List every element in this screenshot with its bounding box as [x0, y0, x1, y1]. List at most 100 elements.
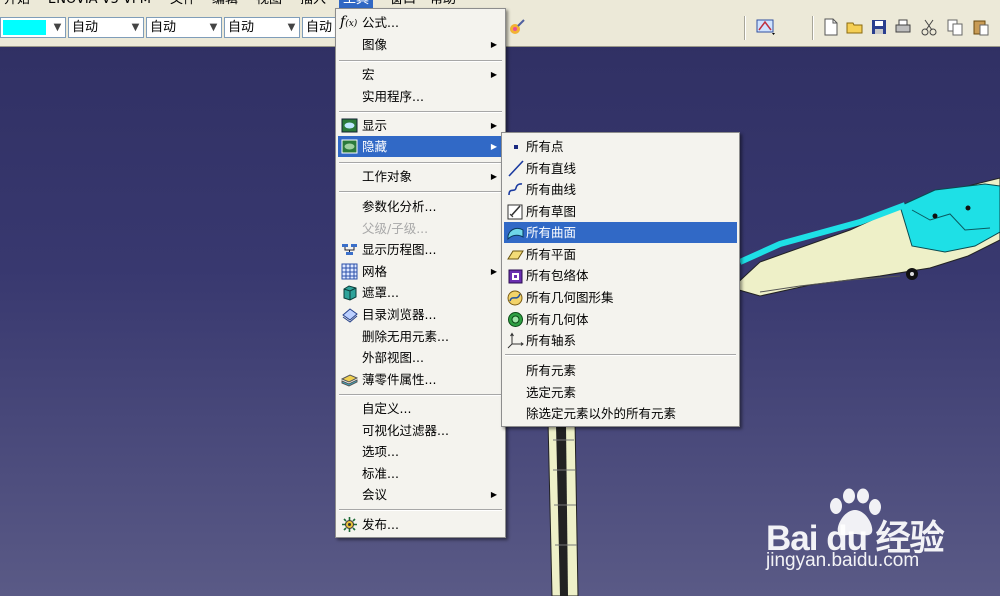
menu-item-label: 所有包络体	[526, 268, 589, 283]
submenu-item-all-points[interactable]: 所有点	[504, 136, 737, 157]
catalog-browser-icon	[342, 308, 358, 323]
menu-item-thin-part[interactable]: 薄零件属性...	[338, 369, 503, 390]
menu-item-utility[interactable]: 实用程序...	[338, 86, 503, 107]
menu-item-label: 网格	[362, 264, 388, 279]
curve-icon	[508, 183, 523, 196]
submenu-arrow-icon: ▶	[490, 142, 497, 151]
plane-icon	[507, 250, 524, 260]
menu-item-label: 父级/子级...	[362, 221, 429, 236]
menu-separator	[339, 111, 502, 113]
menu-item-label: 可视化过滤器...	[362, 423, 449, 438]
menu-item-label: 标准...	[362, 466, 399, 481]
menu-item-label: 选项...	[362, 444, 399, 459]
submenu-arrow-icon: ▶	[490, 121, 497, 130]
show-icon	[341, 118, 358, 133]
sketch-icon	[507, 204, 523, 220]
menu-item-show[interactable]: 显示 ▶	[338, 115, 503, 136]
submenu-arrow-icon: ▶	[490, 267, 497, 276]
submenu-arrow-icon: ▶	[490, 40, 497, 49]
publish-icon	[342, 517, 357, 532]
menu-item-catalog-browser[interactable]: 目录浏览器...	[338, 304, 503, 325]
tools-menu: f(x) 公式... 图像 ▶ 宏 ▶ 实用程序... 显示 ▶ 隐藏 ▶ 工作…	[335, 8, 506, 538]
menu-item-label: 公式...	[362, 15, 399, 30]
menu-item-label: 所有平面	[526, 247, 577, 262]
menu-item-history-graph[interactable]: 显示历程图...	[338, 239, 503, 260]
menu-item-options[interactable]: 选项...	[338, 441, 503, 462]
submenu-item-all-curves[interactable]: 所有曲线	[504, 179, 737, 200]
menu-item-label: 删除无用元素...	[362, 329, 449, 344]
menu-item-standards[interactable]: 标准...	[338, 463, 503, 484]
menu-item-label: 所有点	[526, 139, 564, 154]
menu-item-label: 参数化分析...	[362, 199, 437, 214]
axis-system-icon	[507, 332, 524, 349]
submenu-arrow-icon: ▶	[490, 172, 497, 181]
mask-icon	[343, 285, 357, 301]
menu-item-hide[interactable]: 隐藏 ▶	[338, 136, 503, 157]
menu-item-formula[interactable]: f(x) 公式...	[338, 12, 503, 33]
menu-item-external-view[interactable]: 外部视图...	[338, 347, 503, 368]
point-icon	[514, 145, 518, 149]
menu-item-grid[interactable]: 网格 ▶	[338, 261, 503, 282]
menu-item-work-object[interactable]: 工作对象 ▶	[338, 166, 503, 187]
submenu-item-all-axis-systems[interactable]: 所有轴系	[504, 330, 737, 351]
submenu-item-all-but-selected[interactable]: 除选定元素以外的所有元素	[504, 403, 737, 424]
menu-item-label: 工作对象	[362, 169, 413, 184]
menu-item-label: 发布...	[362, 517, 399, 532]
menu-separator	[505, 354, 736, 356]
volume-icon	[508, 269, 523, 284]
menu-item-label: 遮罩...	[362, 285, 399, 300]
menu-item-label: 所有草图	[526, 204, 577, 219]
menu-item-label: 会议	[362, 487, 388, 502]
menu-item-label: 所有几何体	[526, 312, 589, 327]
menu-item-publish[interactable]: 发布...	[338, 514, 503, 535]
body-icon	[508, 312, 523, 327]
geometrical-set-icon	[507, 290, 523, 306]
menu-item-customize[interactable]: 自定义...	[338, 398, 503, 419]
submenu-item-all-lines[interactable]: 所有直线	[504, 158, 737, 179]
submenu-item-all-planes[interactable]: 所有平面	[504, 244, 737, 265]
menu-item-label: 实用程序...	[362, 89, 424, 104]
menu-item-label: 外部视图...	[362, 350, 424, 365]
submenu-item-all-bodies[interactable]: 所有几何体	[504, 309, 737, 330]
menu-item-macro[interactable]: 宏 ▶	[338, 64, 503, 85]
surface-icon	[507, 227, 524, 241]
submenu-item-all-surfaces[interactable]: 所有曲面	[504, 222, 737, 243]
menu-item-label: 所有元素	[526, 363, 577, 378]
menu-item-image[interactable]: 图像 ▶	[338, 34, 503, 55]
menu-item-label: 所有轴系	[526, 333, 577, 348]
menu-item-label: 自定义...	[362, 401, 412, 416]
submenu-item-selected-elements[interactable]: 选定元素	[504, 382, 737, 403]
hide-submenu: 所有点 所有直线 所有曲线 所有草图 所有曲面 所有平面 所有包络体 所有几何图…	[501, 132, 740, 427]
submenu-arrow-icon: ▶	[490, 490, 497, 499]
menu-item-label: 宏	[362, 67, 375, 82]
grid-icon	[341, 263, 358, 280]
menu-item-label: 隐藏	[362, 139, 388, 154]
menu-item-parametric-analysis[interactable]: 参数化分析...	[338, 196, 503, 217]
menu-item-delete-useless[interactable]: 删除无用元素...	[338, 326, 503, 347]
submenu-item-all-volumes[interactable]: 所有包络体	[504, 265, 737, 286]
menu-item-visualization-filter[interactable]: 可视化过滤器...	[338, 420, 503, 441]
menu-item-label: 选定元素	[526, 385, 577, 400]
menu-separator	[339, 162, 502, 164]
submenu-arrow-icon: ▶	[490, 70, 497, 79]
formula-icon: f(x)	[340, 14, 358, 30]
menu-separator	[339, 60, 502, 62]
menu-item-label: 薄零件属性...	[362, 372, 437, 387]
menu-separator	[339, 509, 502, 511]
menu-item-label: 除选定元素以外的所有元素	[526, 406, 677, 421]
thin-part-icon	[341, 374, 358, 387]
menu-item-conference[interactable]: 会议 ▶	[338, 484, 503, 505]
menu-item-label: 所有几何图形集	[526, 290, 614, 305]
submenu-item-all-elements[interactable]: 所有元素	[504, 360, 737, 381]
menu-separator	[339, 394, 502, 396]
history-graph-icon	[342, 244, 357, 255]
hide-icon	[341, 139, 358, 154]
submenu-item-all-sketches[interactable]: 所有草图	[504, 201, 737, 222]
menu-separator	[339, 191, 502, 193]
menu-item-label: 所有曲面	[526, 225, 577, 240]
submenu-item-all-geometrical-sets[interactable]: 所有几何图形集	[504, 287, 737, 308]
menu-item-label: 显示历程图...	[362, 242, 437, 257]
menu-item-label: 所有曲线	[526, 182, 577, 197]
menu-item-label: 所有直线	[526, 161, 577, 176]
menu-item-mask[interactable]: 遮罩...	[338, 282, 503, 303]
